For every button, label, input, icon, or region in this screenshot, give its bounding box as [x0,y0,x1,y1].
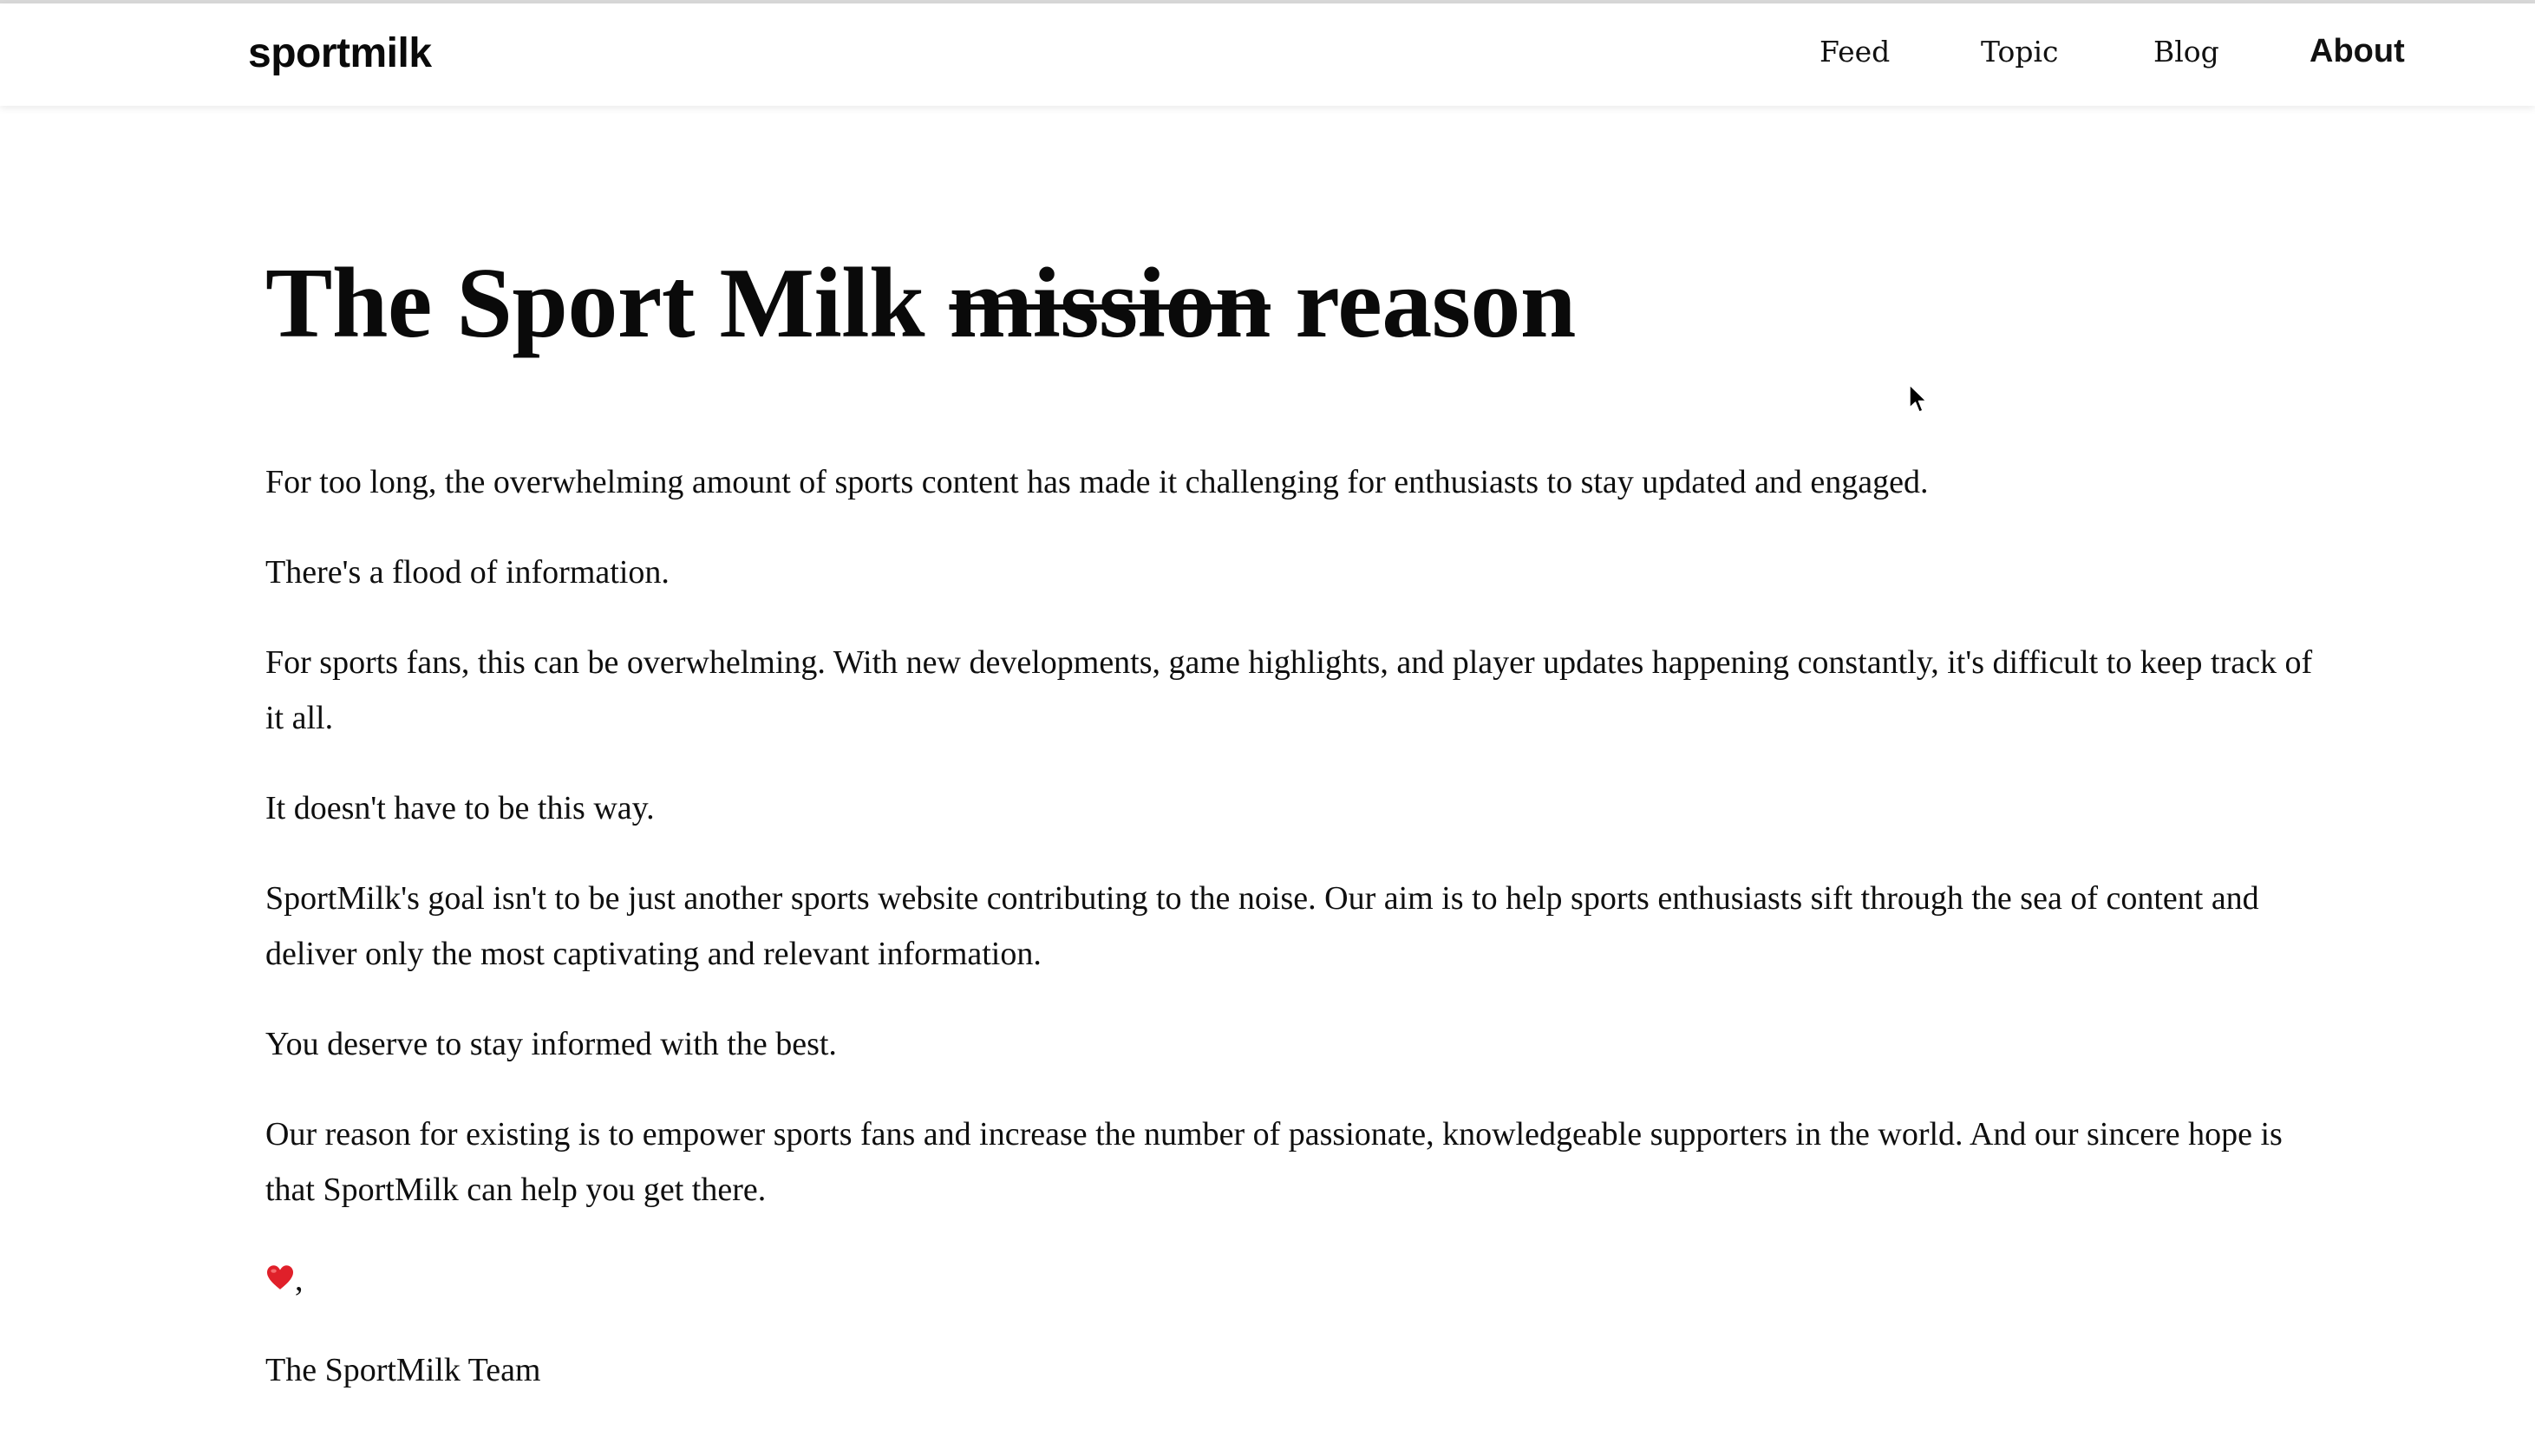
signature: The SportMilk Team [265,1352,541,1388]
nav-link-topic[interactable]: Topic [1981,35,2058,69]
signoff-comma: , [295,1262,304,1298]
page-title: The Sport Milk mission reason [265,253,1576,354]
nav-link-about[interactable]: About [2310,33,2405,70]
title-prefix: The Sport Milk [265,248,924,359]
paragraph: Our reason for existing is to empower sp… [265,1116,2283,1208]
paragraph: It doesn't have to be this way. [265,790,655,826]
paragraph: There's a flood of information. [265,554,670,591]
title-struck-word: mission [949,248,1271,359]
site-logo[interactable]: sportmilk [248,29,432,77]
paragraph: For too long, the overwhelming amount of… [265,464,1929,500]
paragraph: SportMilk's goal isn't to be just anothe… [265,880,2259,972]
heart-icon [266,1265,294,1290]
site-header: sportmilk Feed Topic Blog About [0,3,2535,106]
mouse-cursor-icon [1909,384,1927,413]
paragraph: You deserve to stay informed with the be… [265,1026,837,1062]
about-body: For too long, the overwhelming amount of… [265,454,2321,1433]
paragraph: For sports fans, this can be overwhelmin… [265,644,2313,736]
main-nav: Feed Topic Blog About [1769,33,2411,78]
nav-link-feed[interactable]: Feed [1820,35,1890,69]
title-suffix: reason [1295,248,1576,359]
nav-link-blog[interactable]: Blog [2153,35,2219,69]
signoff-line: , [265,1252,2321,1308]
